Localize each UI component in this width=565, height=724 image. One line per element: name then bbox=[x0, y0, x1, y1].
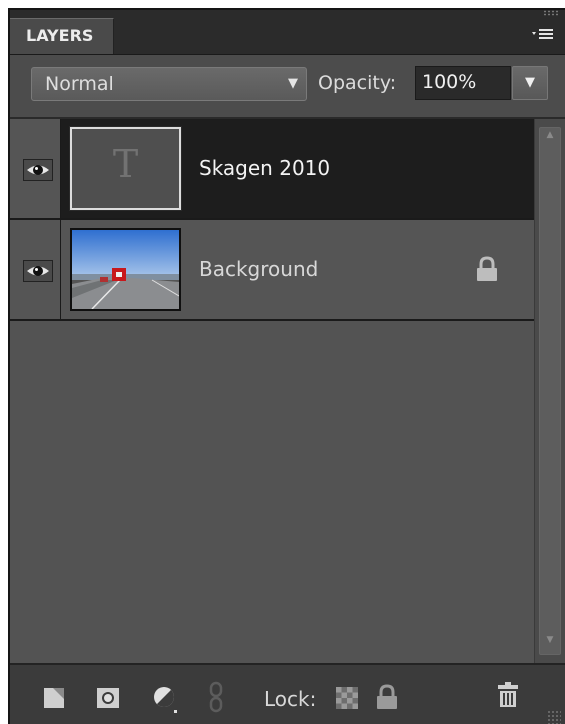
visibility-toggle[interactable] bbox=[23, 260, 53, 282]
opacity-label: Opacity: bbox=[318, 72, 397, 94]
blend-options-row: Normal ▼ Opacity: 100% ▼ bbox=[10, 55, 565, 119]
opacity-dropdown-button[interactable]: ▼ bbox=[512, 66, 548, 100]
panel-header: LAYERS bbox=[10, 10, 565, 55]
lock-label: Lock: bbox=[264, 687, 317, 711]
scrollbar[interactable]: ▲ ▼ bbox=[534, 119, 565, 663]
visibility-cell bbox=[10, 220, 61, 319]
text-layer-glyph: T bbox=[112, 142, 139, 186]
scroll-up-arrow-icon[interactable]: ▲ bbox=[541, 129, 559, 141]
layer-row-skagen-2010[interactable]: T Skagen 2010 bbox=[10, 119, 534, 218]
adjustment-layer-icon[interactable] bbox=[152, 685, 180, 719]
resize-grip[interactable] bbox=[547, 710, 561, 724]
new-layer-icon[interactable] bbox=[43, 687, 65, 713]
layers-list: T Skagen 2010 Background bbox=[10, 119, 534, 663]
link-layers-icon[interactable] bbox=[209, 681, 223, 717]
add-mask-icon[interactable] bbox=[96, 687, 120, 713]
row-divider bbox=[10, 319, 534, 321]
lock-all-icon[interactable] bbox=[374, 683, 400, 715]
tab-layers[interactable]: LAYERS bbox=[10, 18, 114, 54]
visibility-toggle[interactable] bbox=[23, 159, 53, 181]
eye-icon bbox=[27, 266, 49, 276]
panel-grip[interactable] bbox=[543, 10, 559, 16]
eye-icon bbox=[27, 165, 49, 175]
layer-name[interactable]: Background bbox=[199, 220, 318, 319]
panel-footer: Lock: bbox=[10, 663, 565, 724]
visibility-cell bbox=[10, 119, 61, 218]
layer-thumbnail-image[interactable] bbox=[70, 228, 181, 311]
opacity-input[interactable]: 100% bbox=[415, 66, 511, 100]
layer-thumbnail-text[interactable]: T bbox=[69, 126, 182, 211]
scroll-down-arrow-icon[interactable]: ▼ bbox=[541, 634, 559, 646]
road-photo-thumbnail bbox=[72, 230, 179, 309]
layer-row-background[interactable]: Background bbox=[10, 220, 534, 319]
scrollbar-track[interactable] bbox=[539, 127, 561, 655]
blend-mode-value: Normal bbox=[45, 73, 114, 95]
lock-icon[interactable] bbox=[474, 256, 500, 286]
chevron-down-icon: ▼ bbox=[288, 76, 298, 91]
panel-menu-icon[interactable] bbox=[529, 26, 555, 46]
delete-layer-icon[interactable] bbox=[496, 681, 520, 713]
layers-panel: LAYERS Normal ▼ Opacity: 100% ▼ T Skagen… bbox=[8, 8, 565, 724]
lock-transparent-pixels-icon[interactable] bbox=[336, 687, 358, 713]
blend-mode-select[interactable]: Normal ▼ bbox=[31, 67, 307, 101]
layer-name[interactable]: Skagen 2010 bbox=[199, 119, 330, 218]
